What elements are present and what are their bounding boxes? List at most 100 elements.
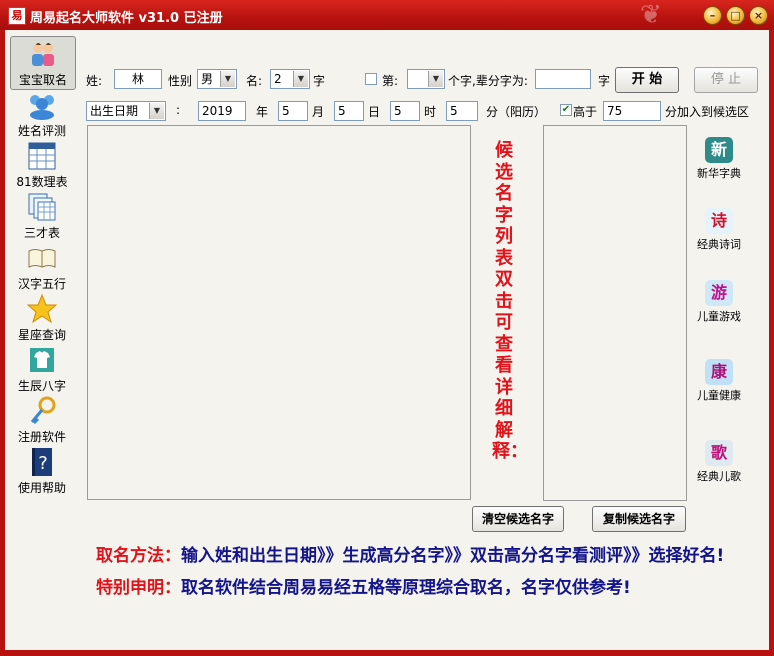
chevron-down-icon[interactable]: ▼ (149, 103, 164, 119)
title-decoration: ❦ (640, 0, 662, 30)
classic-songs-icon: 歌 (705, 440, 733, 466)
gender-label: 性别 (168, 74, 193, 88)
day-input[interactable]: 5 (334, 101, 364, 121)
nav-sancai[interactable]: 三才表 (10, 192, 74, 241)
nav-label: 81数理表 (16, 175, 68, 189)
kids-health-icon: 康 (705, 359, 733, 385)
nav-name-evaluation[interactable]: 姓名评测 (10, 90, 74, 139)
nav-label: 姓名评测 (17, 124, 66, 138)
nav-register[interactable]: 注册软件 (10, 396, 74, 445)
gender-value: 男 (201, 72, 214, 86)
side-tool-classic-songs[interactable]: 歌 经典儿歌 (692, 440, 746, 484)
name-count-select[interactable]: 2 ▼ (270, 69, 310, 89)
side-tool-label: 经典儿歌 (697, 470, 741, 483)
generation-unit-label: 字 (598, 74, 611, 88)
date-type-select[interactable]: 出生日期 ▼ (86, 101, 166, 121)
side-tool-label: 新华字典 (697, 167, 741, 180)
clear-candidates-button[interactable]: 清空候选名字 (472, 506, 564, 532)
nav-constellation[interactable]: 星座查询 (10, 294, 74, 343)
title-bar[interactable]: 易 周易起名大师软件 v31.0 已注册 ❦ – □ × (0, 0, 774, 31)
window-title: 周易起名大师软件 v31.0 已注册 (30, 11, 223, 26)
name-count-value: 2 (274, 72, 282, 86)
generated-names-list[interactable] (87, 125, 471, 500)
window-frame-bottom (0, 650, 774, 656)
side-tool-classic-poems[interactable]: 诗 经典诗词 (692, 208, 746, 252)
date-colon: : (176, 103, 181, 117)
surname-input[interactable]: 林 (114, 69, 162, 89)
nav-label: 汉字五行 (17, 277, 66, 291)
star-icon (27, 294, 57, 324)
svg-text:?: ? (38, 453, 48, 474)
window-frame-right (769, 30, 774, 656)
close-button[interactable]: × (749, 6, 768, 25)
minimize-button[interactable]: – (703, 6, 722, 25)
nav-label: 三才表 (23, 226, 60, 240)
nav-baby-naming[interactable]: 宝宝取名 (10, 36, 76, 90)
naming-method-key: 取名方法： (96, 546, 181, 566)
name-unit-label: 字 (313, 74, 326, 88)
special-notice-line: 特别申明：取名软件结合周易易经五格等原理综合取名，名字仅供参考! (96, 573, 631, 598)
candidate-names-list[interactable] (543, 125, 687, 501)
chevron-down-icon[interactable]: ▼ (220, 71, 235, 87)
generation-input[interactable] (535, 69, 591, 89)
candidate-list-hint: 候选名字列表双击可查看详细解释： (492, 140, 528, 462)
side-tool-kids-games[interactable]: 游 儿童游戏 (692, 280, 746, 324)
surname-label: 姓: (86, 74, 103, 88)
nav-81-numerology[interactable]: 81数理表 (10, 141, 74, 190)
date-type-value: 出生日期 (90, 104, 139, 118)
above-score-checkbox[interactable]: ✔ (560, 104, 572, 116)
above-score-input[interactable]: 75 (603, 101, 661, 121)
chevron-down-icon[interactable]: ▼ (428, 71, 443, 87)
classic-poems-icon: 诗 (705, 208, 733, 234)
minute-input[interactable]: 5 (446, 101, 478, 121)
stop-button[interactable]: 停 止 (694, 67, 758, 93)
gender-select[interactable]: 男 ▼ (197, 69, 237, 89)
side-tool-label: 儿童健康 (697, 389, 741, 402)
key-icon (30, 396, 56, 425)
help-book-icon: ? (32, 448, 52, 476)
open-book-icon (28, 249, 56, 268)
name-count-label: 名: (246, 74, 263, 88)
chevron-down-icon[interactable]: ▼ (293, 71, 308, 87)
stacked-sheets-icon (28, 193, 56, 221)
app-icon: 易 (8, 7, 26, 25)
minute-unit: 分（阳历） (486, 105, 547, 119)
special-notice-key: 特别申明： (96, 578, 181, 598)
naming-method-text: 输入姓和出生日期》》生成高分名字》》双击高分名字看测评》》选择好名! (181, 546, 725, 566)
year-unit: 年 (256, 105, 269, 119)
position-label: 第: (382, 74, 399, 88)
side-tool-label: 经典诗词 (697, 238, 741, 251)
nav-hanzi-wuxing[interactable]: 汉字五行 (10, 243, 74, 292)
side-tool-label: 儿童游戏 (697, 310, 741, 323)
kids-games-icon: 游 (705, 280, 733, 306)
nav-label: 宝宝取名 (18, 73, 67, 87)
nav-label: 生辰八字 (17, 379, 66, 393)
xinhua-dictionary-icon: 新 (705, 137, 733, 163)
year-input[interactable]: 2019 (198, 101, 246, 121)
above-score-label: 高于 (573, 105, 598, 119)
copy-candidates-button[interactable]: 复制候选名字 (592, 506, 686, 532)
side-tool-kids-health[interactable]: 康 儿童健康 (692, 359, 746, 403)
naming-method-line: 取名方法：输入姓和出生日期》》生成高分名字》》双击高分名字看测评》》选择好名! (96, 541, 724, 566)
shirt-icon (30, 348, 54, 372)
table-icon (28, 142, 56, 170)
month-input[interactable]: 5 (278, 101, 308, 121)
hour-input[interactable]: 5 (390, 101, 420, 121)
nav-label: 星座查询 (17, 328, 66, 342)
baby-icon (32, 43, 54, 66)
special-notice-text: 取名软件结合周易易经五格等原理综合取名，名字仅供参考! (181, 578, 631, 598)
nav-label: 注册软件 (17, 430, 66, 444)
day-unit: 日 (368, 105, 381, 119)
position-checkbox[interactable] (365, 73, 377, 85)
maximize-button[interactable]: □ (726, 6, 745, 25)
above-score-suffix: 分加入到候选区 (665, 105, 750, 119)
generation-label: 个字,辈分字为: (448, 74, 528, 88)
position-select[interactable]: ▼ (407, 69, 445, 89)
month-unit: 月 (312, 105, 325, 119)
people-icon (30, 95, 54, 120)
nav-label: 使用帮助 (17, 481, 66, 495)
nav-bazi[interactable]: 生辰八字 (10, 345, 74, 394)
side-tool-xinhua-dictionary[interactable]: 新 新华字典 (692, 137, 746, 181)
nav-help[interactable]: ? 使用帮助 (10, 447, 74, 496)
start-button[interactable]: 开 始 (615, 67, 679, 93)
